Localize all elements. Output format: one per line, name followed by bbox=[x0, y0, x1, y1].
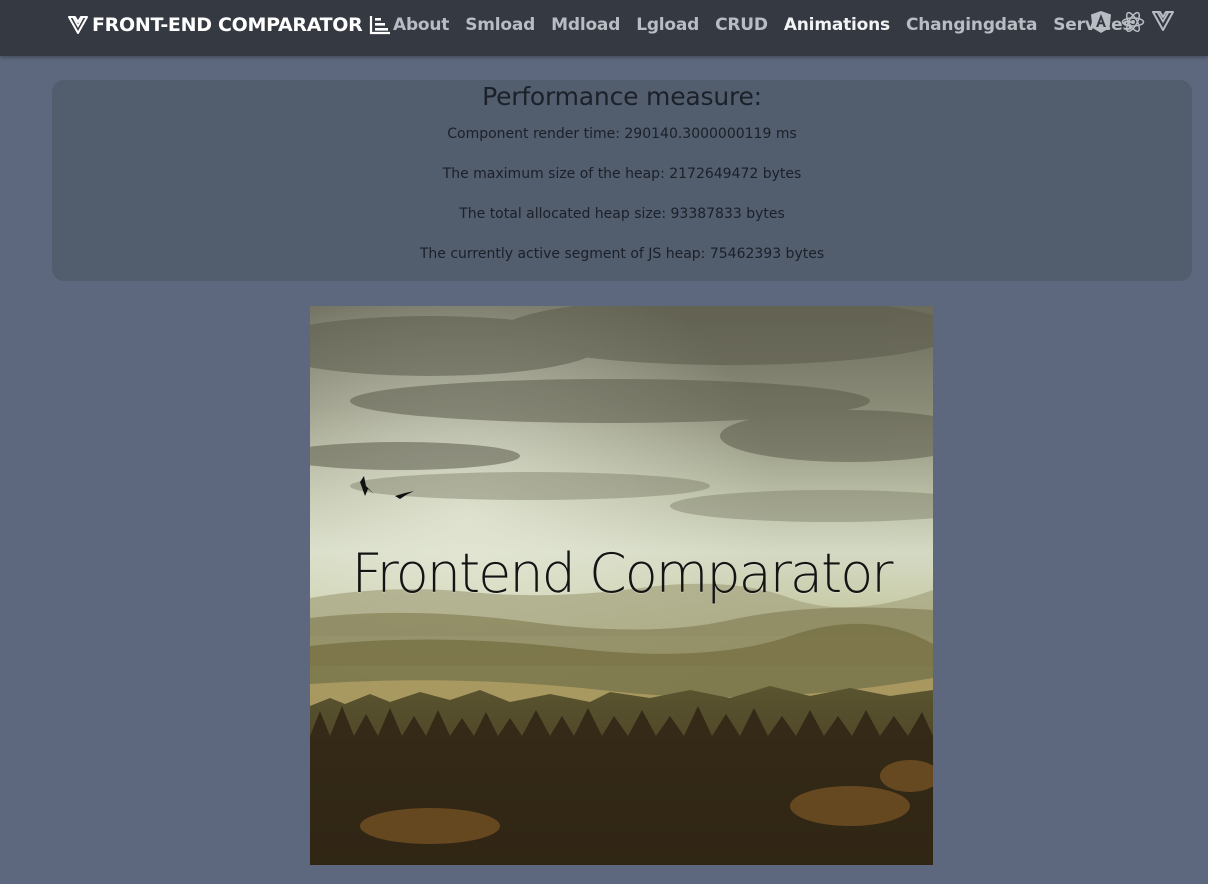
brand-link[interactable]: FRONT-END COMPARATOR bbox=[68, 12, 391, 38]
nav-link-smload[interactable]: Smload bbox=[457, 15, 543, 35]
heap-total-text: The total allocated heap size: 93387833 … bbox=[459, 206, 785, 222]
react-icon[interactable] bbox=[1121, 10, 1145, 34]
nav-link-mdload[interactable]: Mdload bbox=[543, 15, 628, 35]
top-navbar: FRONT-END COMPARATOR About Smload Mdload… bbox=[0, 0, 1208, 56]
brand-title: FRONT-END COMPARATOR bbox=[92, 14, 363, 36]
heap-active-text: The currently active segment of JS heap:… bbox=[419, 246, 825, 262]
nav-link-crud[interactable]: CRUD bbox=[707, 15, 776, 35]
nav-link-changingdata[interactable]: Changingdata bbox=[898, 15, 1045, 35]
vue-icon[interactable] bbox=[1152, 10, 1174, 34]
hero-title: Frontend Comparator bbox=[351, 542, 894, 605]
hero-image: Frontend Comparator bbox=[310, 306, 933, 865]
performance-title: Performance measure: bbox=[482, 82, 762, 111]
nav-link-about[interactable]: About bbox=[385, 15, 457, 35]
heap-max-text: The maximum size of the heap: 2172649472… bbox=[442, 166, 802, 182]
vue-logo-icon bbox=[68, 16, 88, 34]
framework-switcher bbox=[1090, 10, 1174, 34]
nav-link-animations[interactable]: Animations bbox=[776, 15, 898, 35]
nav-links: About Smload Mdload Lgload CRUD Animatio… bbox=[385, 12, 1140, 38]
angular-icon[interactable] bbox=[1090, 10, 1112, 34]
performance-panel: Performance measure: Component render ti… bbox=[52, 80, 1192, 281]
nav-link-lgload[interactable]: Lgload bbox=[628, 15, 707, 35]
render-time-text: Component render time: 290140.3000000119… bbox=[447, 126, 797, 142]
